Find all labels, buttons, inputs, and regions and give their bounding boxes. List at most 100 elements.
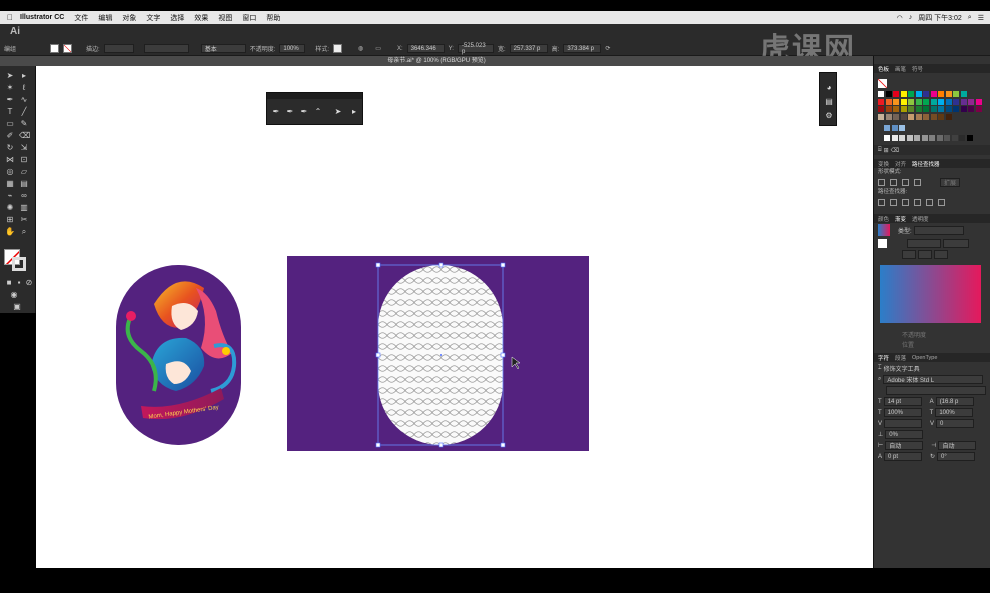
scale-tool-icon[interactable]: ⇲ (19, 143, 29, 153)
color-swatch[interactable] (960, 98, 967, 105)
swatch-library-icon[interactable]: ⌸ (878, 147, 882, 154)
color-swatch[interactable] (893, 106, 899, 112)
color-swatch[interactable] (900, 98, 907, 105)
line-tool-icon[interactable]: ╱ (19, 107, 29, 117)
minus-front-button[interactable] (890, 179, 897, 186)
clock[interactable]: 周四 下午3:02 (918, 13, 962, 23)
type-tool-icon[interactable]: T (5, 107, 15, 117)
volume-icon[interactable]: ♪ (909, 14, 913, 21)
unite-button[interactable] (878, 179, 885, 186)
variable-width-field[interactable] (143, 44, 189, 53)
gradient-option-2[interactable] (918, 249, 932, 259)
graphic-style-swatch[interactable] (333, 44, 343, 53)
gray-swatch[interactable] (929, 135, 935, 141)
color-mode-icon[interactable]: ■ (4, 278, 14, 288)
horizontal-scale-field[interactable]: 100% (935, 408, 974, 417)
tab-transform[interactable]: 变换 (878, 160, 889, 168)
fill-swatch[interactable] (50, 44, 60, 53)
blend-tool-icon[interactable]: ∞ (19, 191, 29, 201)
gray-swatch[interactable] (936, 135, 943, 141)
touch-type-row[interactable]: ⌶ 修饰文字工具 (874, 362, 990, 374)
app-menu[interactable]: Illustrator CC (20, 14, 64, 21)
gray-swatch[interactable] (921, 135, 928, 141)
color-swatch[interactable] (878, 91, 884, 97)
gradient-option-3[interactable] (934, 249, 948, 259)
gradient-type-select[interactable] (913, 225, 964, 235)
menu-type[interactable]: 文字 (146, 13, 160, 23)
lasso-tool-icon[interactable]: ℓ (19, 83, 29, 93)
gradient-mode-icon[interactable]: ▪ (14, 278, 24, 288)
color-swatch[interactable] (938, 91, 944, 97)
color-swatch[interactable] (885, 91, 892, 97)
gray-swatch[interactable] (891, 135, 898, 141)
gradient-tool-icon[interactable]: ▤ (19, 179, 29, 189)
color-swatch[interactable] (930, 91, 937, 97)
free-transform-tool-icon[interactable]: ⊡ (19, 155, 29, 165)
tab-gradient[interactable]: 渐变 (895, 215, 906, 223)
color-swatch[interactable] (945, 98, 952, 105)
rotate-tool-icon[interactable]: ↻ (5, 143, 15, 153)
color-swatch[interactable] (960, 91, 967, 97)
add-anchor-tool-icon[interactable]: ✒ (285, 107, 295, 117)
layers-icon[interactable]: ▤ (824, 97, 834, 107)
color-swatch[interactable] (953, 98, 959, 105)
color-swatch[interactable] (975, 106, 982, 112)
color-swatch[interactable] (930, 113, 937, 120)
color-swatch[interactable] (893, 113, 899, 120)
artboard-tool-icon[interactable]: ⊞ (5, 215, 15, 225)
gray-swatch[interactable] (959, 135, 965, 141)
width-field[interactable]: 257.337 p (509, 44, 548, 53)
color-swatch[interactable] (915, 113, 922, 120)
align-icon[interactable]: ▭ (375, 45, 381, 52)
color-swatch[interactable] (900, 113, 907, 120)
gray-swatch[interactable] (899, 135, 905, 141)
color-swatch[interactable] (885, 113, 892, 120)
tab-pathfinder[interactable]: 路径查找器 (912, 160, 940, 168)
color-swatch[interactable] (945, 91, 952, 97)
screen-mode-icon[interactable]: ▣ (12, 302, 22, 312)
expand-button[interactable]: 扩展 (940, 178, 961, 187)
swatch-grid[interactable] (874, 73, 990, 145)
gray-swatch[interactable] (914, 135, 920, 141)
gradient-ratio-field[interactable] (943, 238, 969, 248)
color-swatch[interactable] (923, 113, 929, 120)
stroke-style-field[interactable]: 基本 (200, 44, 246, 53)
y-field[interactable]: -525.023 p (457, 43, 494, 55)
color-swatch[interactable] (878, 98, 884, 105)
apple-icon[interactable]:  (0, 13, 20, 22)
magic-wand-tool-icon[interactable]: ✶ (5, 83, 15, 93)
aki-right-field[interactable]: 自动 (938, 441, 977, 450)
gray-swatch[interactable] (884, 135, 890, 141)
crop-button[interactable] (914, 199, 921, 206)
color-swatch[interactable] (968, 106, 974, 112)
artboard-canvas[interactable]: Mom, Happy Mothers' Day (36, 66, 873, 568)
font-size-field[interactable]: 14 pt (883, 397, 922, 406)
slice-tool-icon[interactable]: ✂ (19, 215, 29, 225)
column-graph-tool-icon[interactable]: ▥ (19, 203, 29, 213)
mesh-tool-icon[interactable]: ▦ (5, 179, 15, 189)
color-swatch[interactable] (923, 98, 929, 105)
gray-swatch[interactable] (966, 135, 973, 141)
color-swatch[interactable] (908, 98, 914, 105)
direct-selection-tool-icon[interactable]: ▸ (19, 71, 29, 81)
gradient-angle-field[interactable] (907, 238, 941, 248)
color-swatch[interactable] (908, 113, 914, 120)
appearance-icon[interactable]: ◕ (824, 83, 834, 93)
exclude-button[interactable] (914, 179, 921, 186)
wifi-icon[interactable]: ◠ (897, 14, 903, 22)
anchor-point-tool-icon[interactable]: ⌃ (313, 107, 323, 117)
gradient-thumbnail[interactable] (878, 224, 890, 236)
gradient-option-1[interactable] (902, 249, 916, 259)
color-swatch[interactable] (900, 91, 907, 97)
outline-button[interactable] (926, 199, 933, 206)
color-swatch[interactable] (885, 98, 892, 105)
fill-stroke-mini-icon[interactable] (878, 238, 887, 248)
color-swatch[interactable] (938, 98, 944, 105)
color-swatch[interactable] (945, 106, 952, 112)
recolor-icon[interactable]: ◍ (358, 45, 363, 52)
tab-color[interactable]: 颜色 (878, 215, 889, 223)
kerning-field[interactable] (884, 419, 923, 428)
color-swatch[interactable] (945, 113, 952, 120)
color-swatch[interactable] (953, 91, 959, 97)
intersect-button[interactable] (902, 179, 909, 186)
